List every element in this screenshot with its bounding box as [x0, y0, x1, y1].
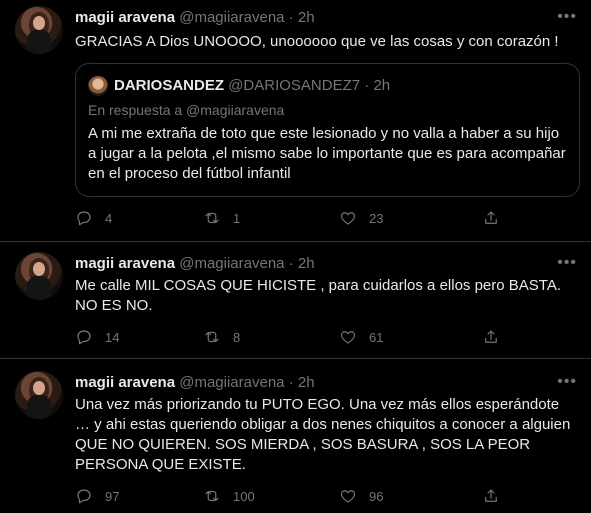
timestamp: 2h	[373, 77, 391, 94]
heart-icon	[340, 490, 356, 503]
separator: ·	[364, 77, 370, 94]
avatar[interactable]	[15, 371, 63, 419]
share-button[interactable]	[482, 486, 500, 506]
tweet-actions: 14 8 61	[75, 327, 505, 347]
share-icon	[485, 211, 497, 224]
handle[interactable]: @magiiaravena	[179, 9, 284, 26]
handle[interactable]: @magiiaravena	[179, 374, 284, 391]
heart-icon	[340, 212, 356, 225]
reply-count: 14	[105, 329, 120, 345]
retweet-count: 1	[233, 210, 241, 226]
reply-icon	[77, 489, 91, 504]
heart-icon	[340, 331, 356, 344]
display-name[interactable]: magii aravena	[75, 374, 175, 391]
avatar[interactable]	[15, 6, 63, 54]
tweet[interactable]: magii aravena @magiiaravena · 2h ••• Me …	[0, 242, 591, 359]
timestamp[interactable]: 2h	[298, 255, 315, 272]
like-button[interactable]: 61	[339, 327, 383, 347]
tweet[interactable]: magii aravena @magiiaravena · 2h ••• GRA…	[0, 0, 591, 242]
quoted-tweet[interactable]: DARIOSANDEZ @DARIOSANDEZ7 · 2h En respue…	[75, 63, 580, 197]
tweet-text: Me calle MIL COSAS QUE HICISTE , para cu…	[75, 277, 562, 314]
tweet-text: Una vez más priorizando tu PUTO EGO. Una…	[75, 396, 571, 473]
reply-context: En respuesta a @magiiaravena	[88, 102, 285, 118]
like-count: 23	[369, 210, 384, 226]
more-icon[interactable]: •••	[557, 254, 577, 272]
separator: ·	[288, 9, 294, 26]
separator: ·	[288, 255, 294, 272]
display-name: DARIOSANDEZ	[114, 77, 225, 94]
share-icon	[485, 330, 497, 343]
more-icon[interactable]: •••	[557, 8, 577, 26]
tweet[interactable]: magii aravena @magiiaravena · 2h ••• Una…	[0, 359, 591, 513]
tweet-header: magii aravena @magiiaravena · 2h	[75, 373, 315, 393]
retweet-count: 100	[233, 488, 255, 504]
tweet-actions: 4 1 23	[75, 208, 505, 228]
tweet-header: magii aravena @magiiaravena · 2h	[75, 8, 315, 28]
timestamp[interactable]: 2h	[298, 9, 315, 26]
separator: ·	[288, 374, 294, 391]
quoted-tweet-text: A mi me extraña de toto que este lesiona…	[88, 125, 566, 182]
reply-button[interactable]: 4	[75, 208, 112, 228]
tweet-actions: 97 100 96	[75, 486, 505, 506]
reply-count: 4	[105, 210, 113, 226]
retweet-button[interactable]: 100	[203, 486, 255, 506]
share-icon	[485, 489, 497, 502]
display-name[interactable]: magii aravena	[75, 255, 175, 272]
retweet-count: 8	[233, 329, 241, 345]
retweet-icon	[205, 490, 219, 502]
avatar[interactable]	[15, 252, 63, 300]
retweet-icon	[205, 331, 219, 343]
reply-icon	[77, 330, 91, 345]
avatar	[88, 76, 108, 96]
like-button[interactable]: 96	[339, 486, 383, 506]
tweet-text: GRACIAS A Dios UNOOOO, unoooooo que ve l…	[75, 33, 559, 50]
share-button[interactable]	[482, 327, 500, 347]
like-count: 61	[369, 329, 384, 345]
retweet-icon	[205, 212, 219, 224]
like-count: 96	[369, 488, 384, 504]
like-button[interactable]: 23	[339, 208, 383, 228]
display-name[interactable]: magii aravena	[75, 9, 175, 26]
quoted-tweet-header: DARIOSANDEZ @DARIOSANDEZ7 · 2h	[114, 76, 390, 96]
retweet-button[interactable]: 1	[203, 208, 240, 228]
reply-button[interactable]: 14	[75, 327, 119, 347]
handle[interactable]: @magiiaravena	[179, 255, 284, 272]
timestamp[interactable]: 2h	[298, 374, 315, 391]
share-button[interactable]	[482, 208, 500, 228]
reply-button[interactable]: 97	[75, 486, 119, 506]
handle: @DARIOSANDEZ7	[228, 77, 361, 94]
more-icon[interactable]: •••	[557, 373, 577, 391]
reply-count: 97	[105, 488, 120, 504]
reply-icon	[77, 211, 91, 226]
retweet-button[interactable]: 8	[203, 327, 240, 347]
tweet-header: magii aravena @magiiaravena · 2h	[75, 254, 315, 274]
